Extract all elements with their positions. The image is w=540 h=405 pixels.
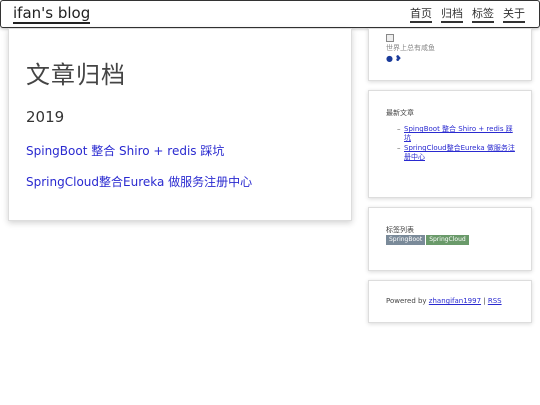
recent-post-link[interactable]: SpingBoot 整合 Shiro + redis 踩坑 xyxy=(404,125,513,142)
footer-separator: | xyxy=(481,297,488,305)
nav-links: 首页 归档 标签 关于 xyxy=(410,6,525,23)
nav-about-link[interactable]: 关于 xyxy=(503,6,525,23)
archive-post-link[interactable]: SpingBoot 整合 Shiro + redis 踩坑 xyxy=(26,142,224,159)
recent-post-link[interactable]: SpringCloud整合Eureka 做服务注册中心 xyxy=(404,144,515,161)
recent-posts-title: 最新文章 xyxy=(386,109,414,117)
tag-springboot[interactable]: SpringBoot xyxy=(386,235,426,245)
tag-springcloud[interactable]: SpringCloud xyxy=(426,235,469,245)
tag-list: SpringBoot SpringCloud xyxy=(386,235,469,245)
archive-post-link[interactable]: SpringCloud整合Eureka 做服务注册中心 xyxy=(26,173,252,190)
archive-card: 文章归档 2019 SpingBoot 整合 Shiro + redis 踩坑 … xyxy=(8,28,352,221)
list-item: SpingBoot 整合 Shiro + redis 踩坑 xyxy=(397,125,515,143)
footer-text: Powered by zhangifan1997 | RSS xyxy=(386,297,502,305)
profile-card: 世界上总有咸鱼 ● ❥ xyxy=(368,28,532,81)
nav-home-link[interactable]: 首页 xyxy=(410,6,432,23)
tags-title: 标签列表 xyxy=(386,226,414,234)
tags-card: 标签列表 SpringBoot SpringCloud xyxy=(368,207,532,271)
recent-posts-list: SpingBoot 整合 Shiro + redis 踩坑 SpringClou… xyxy=(397,125,515,163)
author-link[interactable]: zhangifan1997 xyxy=(429,297,481,305)
avatar-image xyxy=(386,34,394,42)
github-icon[interactable]: ● xyxy=(386,54,393,63)
rss-link[interactable]: RSS xyxy=(488,297,502,305)
nav-archive-link[interactable]: 归档 xyxy=(441,6,463,23)
footer-card: Powered by zhangifan1997 | RSS xyxy=(368,280,532,323)
footer-prefix: Powered by xyxy=(386,297,429,305)
top-navbar: ifan's blog 首页 归档 标签 关于 xyxy=(0,0,540,28)
blog-brand-link[interactable]: ifan's blog xyxy=(13,4,91,24)
recent-posts-card: 最新文章 SpingBoot 整合 Shiro + redis 踩坑 Sprin… xyxy=(368,90,532,198)
nav-tags-link[interactable]: 标签 xyxy=(472,6,494,23)
twitter-icon[interactable]: ❥ xyxy=(395,54,402,63)
profile-motto: 世界上总有咸鱼 xyxy=(386,44,435,52)
social-links: ● ❥ xyxy=(386,54,402,63)
archive-year: 2019 xyxy=(26,108,65,126)
page-title: 文章归档 xyxy=(26,61,126,89)
list-item: SpringCloud整合Eureka 做服务注册中心 xyxy=(397,144,515,162)
